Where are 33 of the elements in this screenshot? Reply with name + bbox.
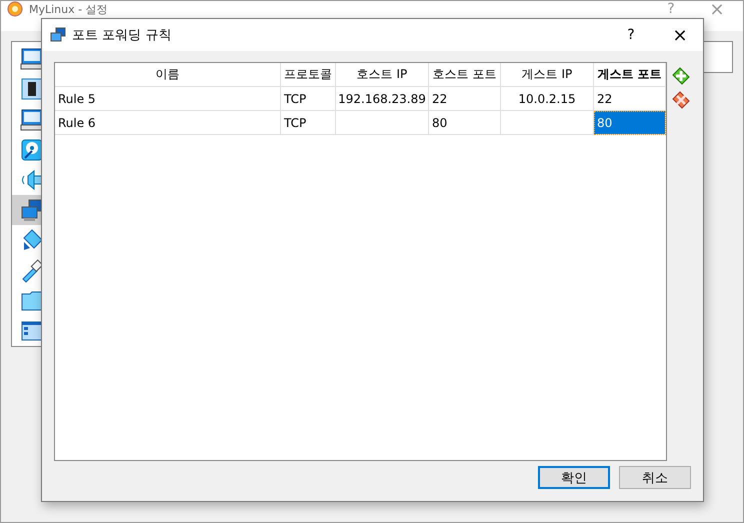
table-cell[interactable]: 22: [429, 87, 501, 111]
remove-rule-icon[interactable]: [671, 89, 691, 109]
dialog-title: 포트 포워딩 규칙: [72, 27, 172, 44]
table-cell[interactable]: 10.0.2.15: [501, 87, 594, 111]
column-header[interactable]: 호스트 IP: [336, 63, 429, 87]
table-cell[interactable]: TCP: [281, 111, 336, 135]
usb-icon: [20, 258, 44, 283]
window-title: MyLinux - 설정: [29, 2, 109, 16]
table-cell[interactable]: Rule 6: [55, 111, 281, 135]
table-cell[interactable]: TCP: [281, 87, 336, 111]
window-icon: [20, 318, 44, 343]
column-header[interactable]: 이름: [55, 63, 281, 87]
folder-icon: [20, 288, 44, 313]
chip-icon: [20, 77, 44, 102]
monitor-icon: [20, 108, 44, 132]
close-button[interactable]: ×: [657, 24, 703, 46]
column-header[interactable]: 게스트 포트: [594, 63, 666, 87]
dialog-button[interactable]: 확인: [538, 466, 610, 489]
table-cell[interactable]: 80: [594, 111, 666, 135]
table-cell[interactable]: Rule 5: [55, 87, 281, 111]
column-header[interactable]: 호스트 포트: [429, 63, 501, 87]
table-cell[interactable]: 80: [429, 111, 501, 135]
app-icon: [7, 1, 23, 17]
column-header[interactable]: 프로토콜: [281, 63, 336, 87]
monitor-icon: [20, 47, 44, 72]
text-field[interactable]: [701, 41, 733, 73]
column-header[interactable]: 게스트 IP: [501, 63, 594, 87]
table-cell[interactable]: 192.168.23.89: [336, 87, 429, 111]
dialog-button[interactable]: 취소: [619, 466, 691, 489]
table-cell[interactable]: [336, 111, 429, 135]
help-button[interactable]: ?: [611, 27, 651, 43]
network-icon: [50, 27, 66, 43]
add-rule-icon[interactable]: [671, 65, 691, 85]
